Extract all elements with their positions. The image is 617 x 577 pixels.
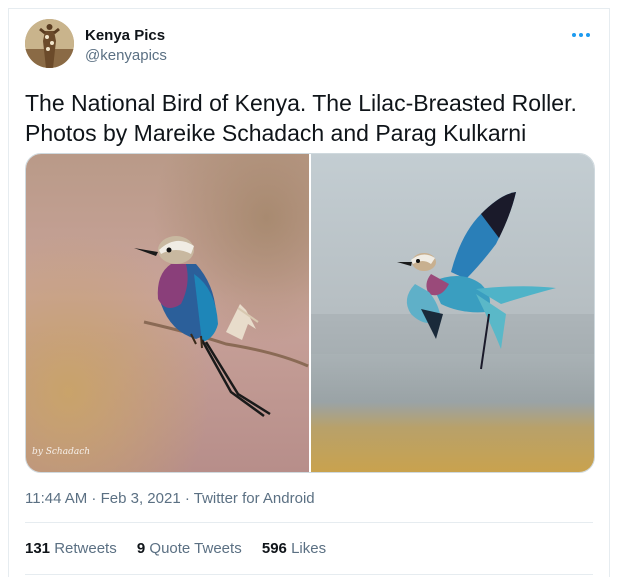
date[interactable]: Feb 3, 2021 — [101, 490, 181, 507]
separator: · — [87, 490, 101, 507]
likes-count: 596 — [261, 540, 287, 557]
tweet-text: The National Bird of Kenya. The Lilac-Br… — [25, 88, 590, 148]
retweets-label: Retweets — [50, 540, 117, 557]
tweet-card: Kenya Pics @kenyapics The National Bird … — [8, 8, 610, 577]
author-names: Kenya Pics @kenyapics — [85, 26, 167, 65]
user-handle[interactable]: @kenyapics — [85, 46, 167, 65]
ellipsis-icon[interactable] — [569, 26, 593, 50]
photo-watermark: by Schadach — [32, 447, 90, 457]
tweet-source[interactable]: Twitter for Android — [194, 490, 315, 507]
tweet-timestamp: 11:44 AM · Feb 3, 2021 · Twitter for And… — [25, 490, 315, 507]
quote-tweets-count: 9 — [136, 540, 146, 557]
quote-tweets-label: Quote Tweets — [145, 540, 242, 557]
tweet-text-line-2: Photos by Mareike Schadach and Parag Kul… — [25, 120, 527, 146]
quote-tweets-stat[interactable]: 9 Quote Tweets — [137, 540, 242, 557]
retweets-stat[interactable]: 131 Retweets — [25, 540, 117, 557]
photo-perched-roller[interactable]: by Schadach — [26, 154, 309, 472]
retweets-count: 131 — [25, 540, 51, 557]
separator: · — [180, 490, 194, 507]
divider — [25, 522, 593, 523]
giraffe-avatar-image — [25, 19, 74, 68]
likes-label: Likes — [286, 540, 327, 557]
tweet-header: Kenya Pics @kenyapics — [25, 19, 593, 79]
divider — [25, 574, 593, 575]
photo-flying-roller[interactable] — [311, 154, 594, 472]
likes-stat[interactable]: 596 Likes — [262, 540, 326, 557]
time[interactable]: 11:44 AM — [25, 490, 87, 507]
tweet-text-line-1: The National Bird of Kenya. The Lilac-Br… — [25, 90, 577, 116]
engagement-stats: 131 Retweets 9 Quote Tweets 596 Likes — [25, 540, 342, 557]
display-name[interactable]: Kenya Pics — [85, 26, 167, 45]
media-grid: by Schadach — [25, 153, 595, 473]
avatar[interactable] — [25, 19, 74, 68]
